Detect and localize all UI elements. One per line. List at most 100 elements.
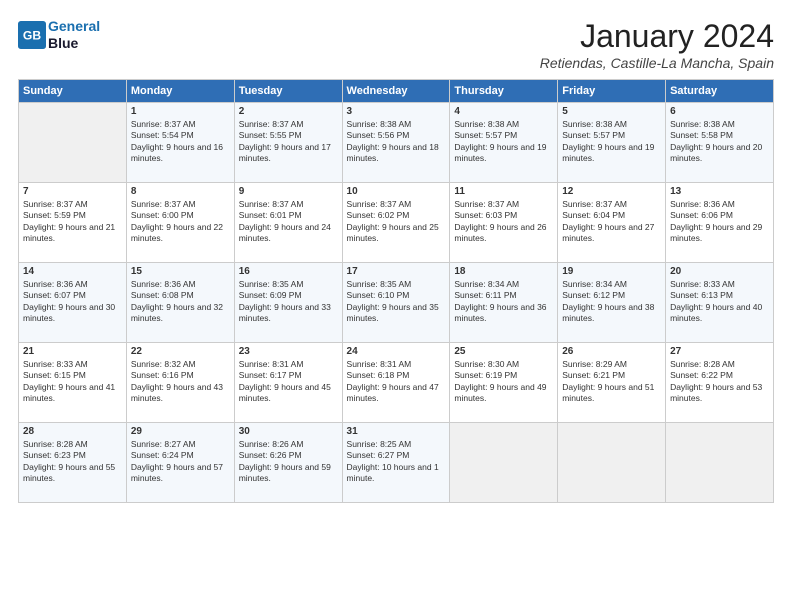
calendar-cell: 11 Sunrise: 8:37 AMSunset: 6:03 PMDayligh… [450,183,558,263]
cell-content: Sunrise: 8:34 AMSunset: 6:11 PMDaylight:… [454,279,553,325]
day-number: 26 [562,346,661,357]
day-number: 27 [670,346,769,357]
day-number: 14 [23,266,122,277]
cell-content: Sunrise: 8:32 AMSunset: 6:16 PMDaylight:… [131,359,230,405]
calendar-cell: 14Sunrise: 8:36 AMSunset: 6:07 PMDayligh… [19,263,127,343]
calendar-cell: 16 Sunrise: 8:35 AMSunset: 6:09 PMDayligh… [234,263,342,343]
calendar-cell [450,423,558,503]
calendar-cell: 9Sunrise: 8:37 AMSunset: 6:01 PMDaylight… [234,183,342,263]
calendar-cell: 12 Sunrise: 8:37 AMSunset: 6:04 PMDayligh… [558,183,666,263]
svg-text:GB: GB [23,28,41,42]
cell-content: Sunrise: 8:27 AMSunset: 6:24 PMDaylight:… [131,439,230,485]
cell-content: Sunrise: 8:36 AMSunset: 6:08 PMDaylight:… [131,279,230,325]
calendar-cell: 7 Sunrise: 8:37 AMSunset: 5:59 PMDaylight… [19,183,127,263]
cell-content: Sunrise: 8:35 AMSunset: 6:10 PMDaylight:… [347,279,446,325]
day-number: 8 [131,186,230,197]
calendar-cell: 4Sunrise: 8:38 AMSunset: 5:57 PMDaylight… [450,103,558,183]
cell-content: Sunrise: 8:34 AMSunset: 6:12 PMDaylight:… [562,279,661,325]
cell-content: Sunrise: 8:38 AMSunset: 5:58 PMDaylight:… [670,119,769,165]
day-number: 21 [23,346,122,357]
calendar-cell: 6 Sunrise: 8:38 AMSunset: 5:58 PMDaylight… [666,103,774,183]
cell-content: Sunrise: 8:37 AMSunset: 5:59 PMDaylight:… [23,199,122,245]
cell-content: Sunrise: 8:33 AMSunset: 6:15 PMDaylight:… [23,359,122,405]
day-number: 3 [347,106,446,117]
cell-content: Sunrise: 8:38 AMSunset: 5:57 PMDaylight:… [562,119,661,165]
day-number: 25 [454,346,553,357]
day-number: 28 [23,426,122,437]
calendar-cell: 24 Sunrise: 8:31 AMSunset: 6:18 PMDayligh… [342,343,450,423]
col-header-saturday: Saturday [666,80,774,103]
logo-icon: GB [18,21,46,49]
day-number: 10 [347,186,446,197]
day-number: 23 [239,346,338,357]
week-row-1: 1 Sunrise: 8:37 AMSunset: 5:54 PMDaylight… [19,103,774,183]
logo: GB General Blue [18,18,100,52]
calendar-table: SundayMondayTuesdayWednesdayThursdayFrid… [18,79,774,503]
calendar-cell: 30Sunrise: 8:26 AMSunset: 6:26 PMDayligh… [234,423,342,503]
calendar-cell: 21 Sunrise: 8:33 AMSunset: 6:15 PMDayligh… [19,343,127,423]
calendar-cell: 29 Sunrise: 8:27 AMSunset: 6:24 PMDayligh… [126,423,234,503]
col-header-tuesday: Tuesday [234,80,342,103]
cell-content: Sunrise: 8:37 AMSunset: 5:54 PMDaylight:… [131,119,230,165]
logo-blue: Blue [48,35,78,51]
day-number: 2 [239,106,338,117]
day-number: 17 [347,266,446,277]
calendar-cell: 17 Sunrise: 8:35 AMSunset: 6:10 PMDayligh… [342,263,450,343]
cell-content: Sunrise: 8:25 AMSunset: 6:27 PMDaylight:… [347,439,446,485]
logo-general: General [48,18,100,34]
location: Retiendas, Castille-La Mancha, Spain [540,55,774,71]
calendar-cell: 27 Sunrise: 8:28 AMSunset: 6:22 PMDayligh… [666,343,774,423]
day-number: 4 [454,106,553,117]
calendar-cell: 19Sunrise: 8:34 AMSunset: 6:12 PMDayligh… [558,263,666,343]
month-title: January 2024 [540,18,774,55]
day-number: 22 [131,346,230,357]
week-row-2: 7 Sunrise: 8:37 AMSunset: 5:59 PMDaylight… [19,183,774,263]
calendar-cell: 3 Sunrise: 8:38 AMSunset: 5:56 PMDaylight… [342,103,450,183]
day-number: 31 [347,426,446,437]
day-number: 13 [670,186,769,197]
day-number: 11 [454,186,553,197]
calendar-cell [558,423,666,503]
calendar-cell: 31 Sunrise: 8:25 AMSunset: 6:27 PMDayligh… [342,423,450,503]
cell-content: Sunrise: 8:31 AMSunset: 6:18 PMDaylight:… [347,359,446,405]
day-number: 29 [131,426,230,437]
cell-content: Sunrise: 8:28 AMSunset: 6:22 PMDaylight:… [670,359,769,405]
col-header-wednesday: Wednesday [342,80,450,103]
calendar-cell: 13Sunrise: 8:36 AMSunset: 6:06 PMDayligh… [666,183,774,263]
calendar-cell: 18Sunrise: 8:34 AMSunset: 6:11 PMDayligh… [450,263,558,343]
calendar-cell: 2Sunrise: 8:37 AMSunset: 5:55 PMDaylight… [234,103,342,183]
calendar-cell: 25 Sunrise: 8:30 AMSunset: 6:19 PMDayligh… [450,343,558,423]
calendar-cell: 15 Sunrise: 8:36 AMSunset: 6:08 PMDayligh… [126,263,234,343]
cell-content: Sunrise: 8:37 AMSunset: 6:03 PMDaylight:… [454,199,553,245]
day-number: 12 [562,186,661,197]
day-number: 6 [670,106,769,117]
col-header-sunday: Sunday [19,80,127,103]
day-number: 7 [23,186,122,197]
cell-content: Sunrise: 8:37 AMSunset: 6:02 PMDaylight:… [347,199,446,245]
day-number: 16 [239,266,338,277]
week-row-4: 21 Sunrise: 8:33 AMSunset: 6:15 PMDayligh… [19,343,774,423]
cell-content: Sunrise: 8:30 AMSunset: 6:19 PMDaylight:… [454,359,553,405]
cell-content: Sunrise: 8:33 AMSunset: 6:13 PMDaylight:… [670,279,769,325]
calendar-cell: 5 Sunrise: 8:38 AMSunset: 5:57 PMDaylight… [558,103,666,183]
day-number: 15 [131,266,230,277]
day-number: 20 [670,266,769,277]
day-number: 24 [347,346,446,357]
cell-content: Sunrise: 8:37 AMSunset: 6:04 PMDaylight:… [562,199,661,245]
day-number: 5 [562,106,661,117]
col-header-friday: Friday [558,80,666,103]
week-row-3: 14Sunrise: 8:36 AMSunset: 6:07 PMDayligh… [19,263,774,343]
col-header-monday: Monday [126,80,234,103]
cell-content: Sunrise: 8:37 AMSunset: 6:01 PMDaylight:… [239,199,338,245]
calendar-cell: 1 Sunrise: 8:37 AMSunset: 5:54 PMDaylight… [126,103,234,183]
calendar-cell: 26 Sunrise: 8:29 AMSunset: 6:21 PMDayligh… [558,343,666,423]
calendar-cell: 28Sunrise: 8:28 AMSunset: 6:23 PMDayligh… [19,423,127,503]
day-number: 1 [131,106,230,117]
cell-content: Sunrise: 8:38 AMSunset: 5:56 PMDaylight:… [347,119,446,165]
cell-content: Sunrise: 8:37 AMSunset: 6:00 PMDaylight:… [131,199,230,245]
cell-content: Sunrise: 8:29 AMSunset: 6:21 PMDaylight:… [562,359,661,405]
calendar-cell [19,103,127,183]
calendar-cell: 22 Sunrise: 8:32 AMSunset: 6:16 PMDayligh… [126,343,234,423]
cell-content: Sunrise: 8:35 AMSunset: 6:09 PMDaylight:… [239,279,338,325]
calendar-cell: 23Sunrise: 8:31 AMSunset: 6:17 PMDayligh… [234,343,342,423]
